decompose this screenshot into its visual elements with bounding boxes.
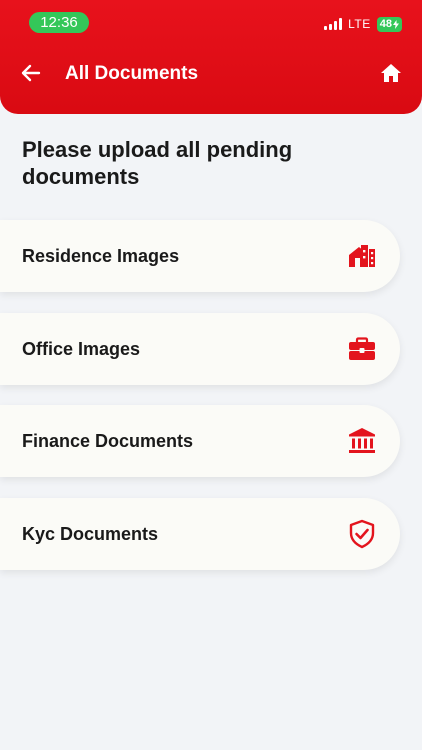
back-button[interactable] [18,61,44,85]
finance-documents-card[interactable]: Finance Documents [0,405,400,477]
office-images-card[interactable]: Office Images [0,313,400,385]
card-label: Office Images [22,338,141,359]
signal-icon [324,18,343,30]
nav-bar: All Documents [0,50,422,96]
kyc-documents-card[interactable]: Kyc Documents [0,498,400,570]
all-documents-screen: 12:36 LTE 48 All Documents Please upload… [0,0,422,750]
home-icon [381,64,401,82]
bank-icon [346,425,378,457]
network-type: LTE [348,17,371,31]
charging-bolt-icon [393,19,399,29]
arrow-left-icon [21,64,41,82]
status-indicators: LTE 48 [324,16,402,32]
card-label: Residence Images [22,245,180,266]
battery-level: 48 [379,17,392,30]
card-label: Finance Documents [22,430,194,451]
home-button[interactable] [378,61,404,85]
header: 12:36 LTE 48 All Documents [0,0,422,114]
instructions-heading: Please upload all pending documents [22,137,293,189]
briefcase-icon [346,333,378,365]
residence-icon [346,240,378,272]
status-bar: 12:36 LTE 48 [0,0,422,44]
residence-images-card[interactable]: Residence Images [0,220,400,292]
card-label: Kyc Documents [22,523,159,544]
battery-indicator: 48 [376,16,402,32]
status-time: 12:36 [29,12,89,33]
page-title: All Documents [65,63,199,84]
shield-check-icon [346,518,378,550]
